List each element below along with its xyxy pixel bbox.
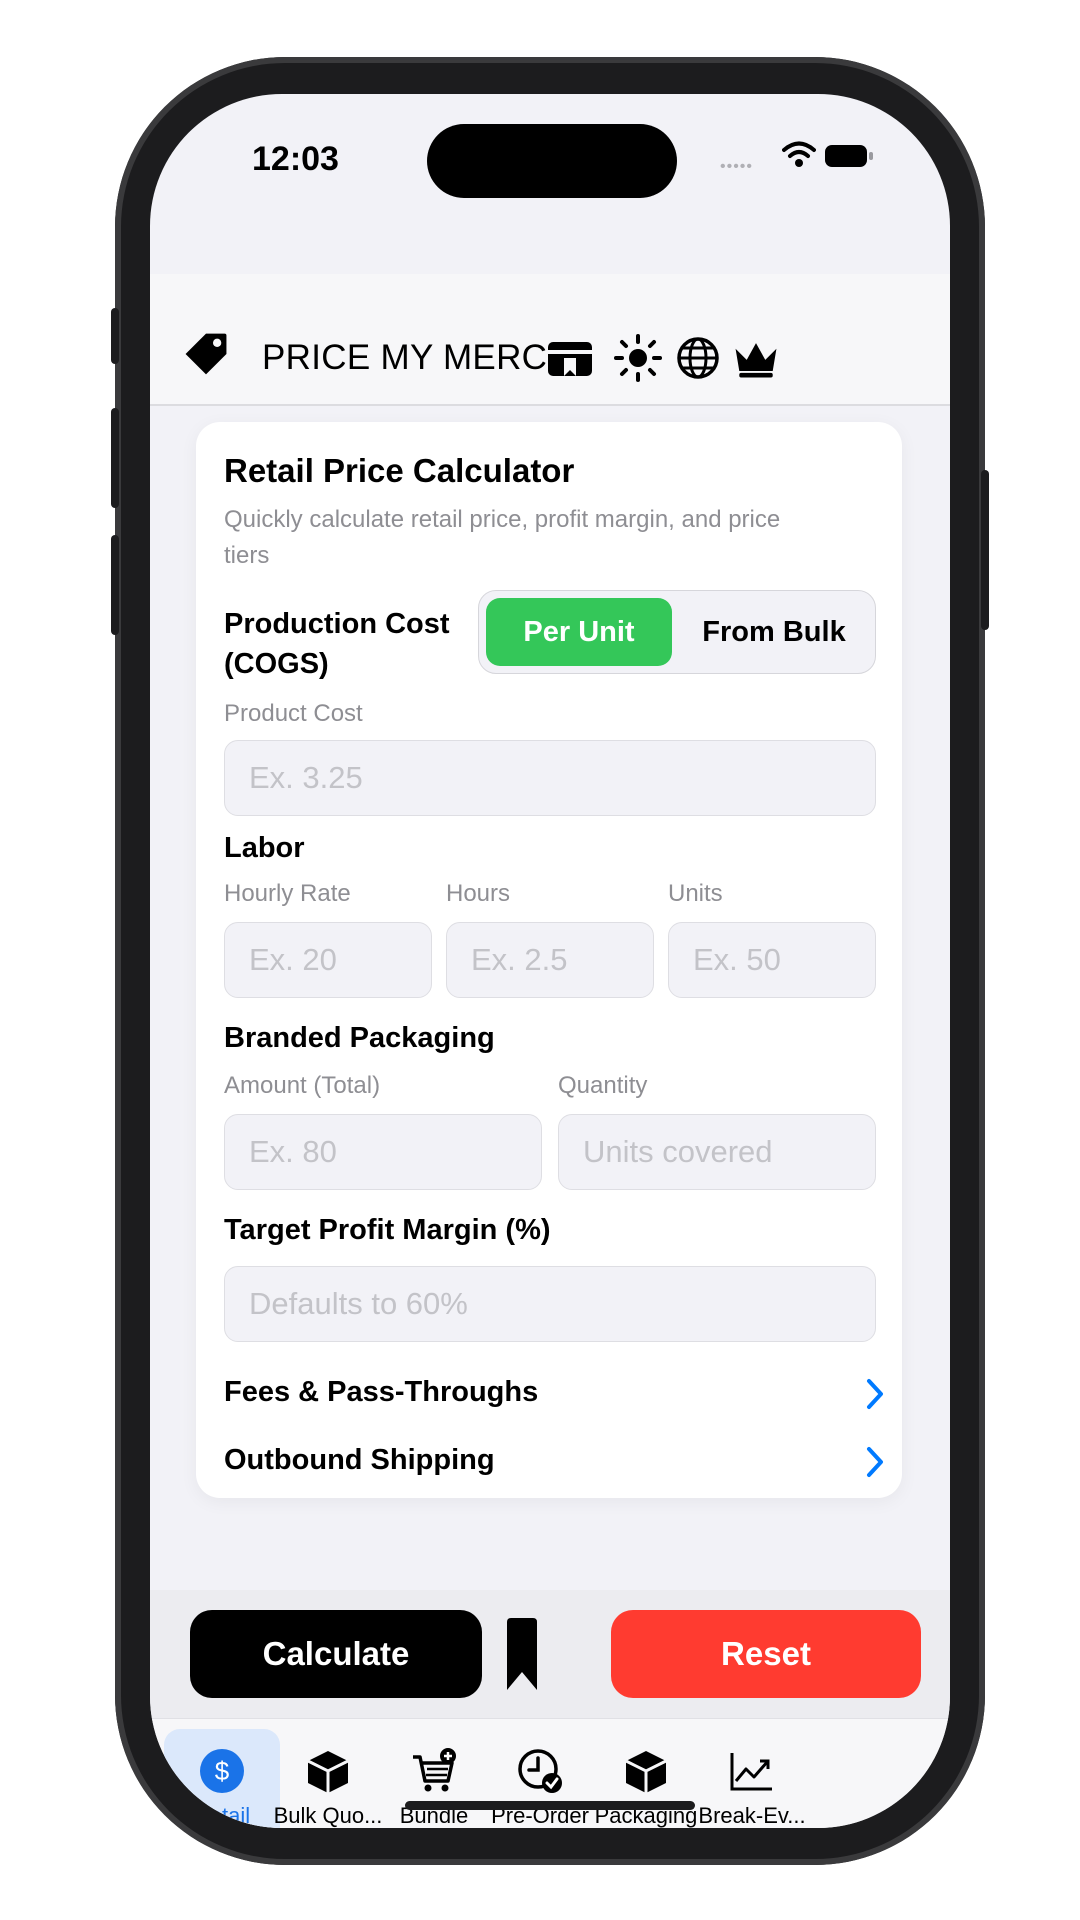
signal-dots: ••••• <box>720 158 754 175</box>
target-margin-input[interactable] <box>224 1266 876 1342</box>
bookmark-icon[interactable] <box>504 1616 540 1692</box>
hours-label: Hours <box>446 880 511 907</box>
amount-total-label: Amount (Total) <box>224 1072 381 1099</box>
sun-icon[interactable] <box>612 332 664 384</box>
home-indicator <box>405 1801 695 1810</box>
product-cost-input[interactable] <box>224 740 876 816</box>
crown-icon[interactable] <box>730 332 782 384</box>
box-icon <box>307 1751 349 1793</box>
hourly-rate-label: Hourly Rate <box>224 880 351 907</box>
labor-heading: Labor <box>224 832 305 864</box>
volume-down-button <box>111 535 119 635</box>
production-cost-heading: Production Cost (COGS) <box>224 608 450 680</box>
outbound-shipping-label: Outbound Shipping <box>224 1444 495 1476</box>
svg-text:$: $ <box>215 1756 230 1786</box>
fees-pass-throughs-row[interactable]: Fees & Pass-Throughs <box>224 1368 884 1420</box>
hourly-rate-input[interactable] <box>224 922 432 998</box>
packaging-quantity-input[interactable] <box>558 1114 876 1190</box>
app-header: PRICE MY MERCH <box>150 274 950 406</box>
chevron-right-icon <box>867 1447 883 1477</box>
reset-button[interactable]: Reset <box>611 1610 921 1698</box>
volume-up-button <box>111 408 119 508</box>
tab-label: Break-Ev... <box>698 1803 806 1828</box>
product-cost-label: Product Cost <box>224 700 363 727</box>
box-icon <box>625 1751 667 1793</box>
power-button <box>981 470 989 630</box>
target-margin-heading: Target Profit Margin (%) <box>224 1214 551 1246</box>
screen: 12:03 ••••• PRICE MY MERCH Retail Price … <box>150 94 950 1828</box>
clock-check-icon <box>518 1749 562 1793</box>
cart-plus-icon <box>413 1748 456 1792</box>
card-title: Retail Price Calculator <box>224 452 575 489</box>
dynamic-island <box>427 124 677 198</box>
packaging-amount-input[interactable] <box>224 1114 542 1190</box>
chevron-right-icon <box>867 1379 883 1409</box>
tab-bar: $ Retail Bulk Quo... Bundle Pre-Order Pa… <box>150 1718 950 1828</box>
units-input[interactable] <box>668 922 876 998</box>
battery-icon <box>825 145 873 167</box>
calculate-button[interactable]: Calculate <box>190 1610 482 1698</box>
segment-per-unit[interactable]: Per Unit <box>486 598 672 666</box>
price-tag-icon <box>185 333 227 375</box>
outbound-shipping-row[interactable]: Outbound Shipping <box>224 1436 884 1488</box>
segment-from-bulk[interactable]: From Bulk <box>679 598 869 666</box>
branded-packaging-heading: Branded Packaging <box>224 1022 495 1054</box>
fees-pass-throughs-label: Fees & Pass-Throughs <box>224 1376 539 1408</box>
app-title: PRICE MY MERCH <box>262 338 573 377</box>
chart-line-icon <box>730 1753 772 1791</box>
dollar-circle-icon: $ <box>200 1749 244 1793</box>
units-label: Units <box>668 880 723 907</box>
hours-input[interactable] <box>446 922 654 998</box>
status-icons: ••••• <box>720 140 880 176</box>
wifi-icon <box>782 141 816 167</box>
gift-card-icon[interactable] <box>544 332 596 384</box>
cost-mode-segmented-control: Per Unit From Bulk <box>478 590 876 674</box>
quantity-label: Quantity <box>558 1072 648 1099</box>
card-subtitle: Quickly calculate retail price, profit m… <box>224 506 781 569</box>
tab-break-even[interactable]: Break-Ev... <box>694 1729 810 1828</box>
action-button <box>111 308 119 364</box>
globe-icon[interactable] <box>672 332 724 384</box>
action-bar: Calculate Reset <box>150 1590 950 1718</box>
retail-calculator-card: Retail Price Calculator Quickly calculat… <box>196 422 902 1498</box>
status-time: 12:03 <box>252 140 339 178</box>
